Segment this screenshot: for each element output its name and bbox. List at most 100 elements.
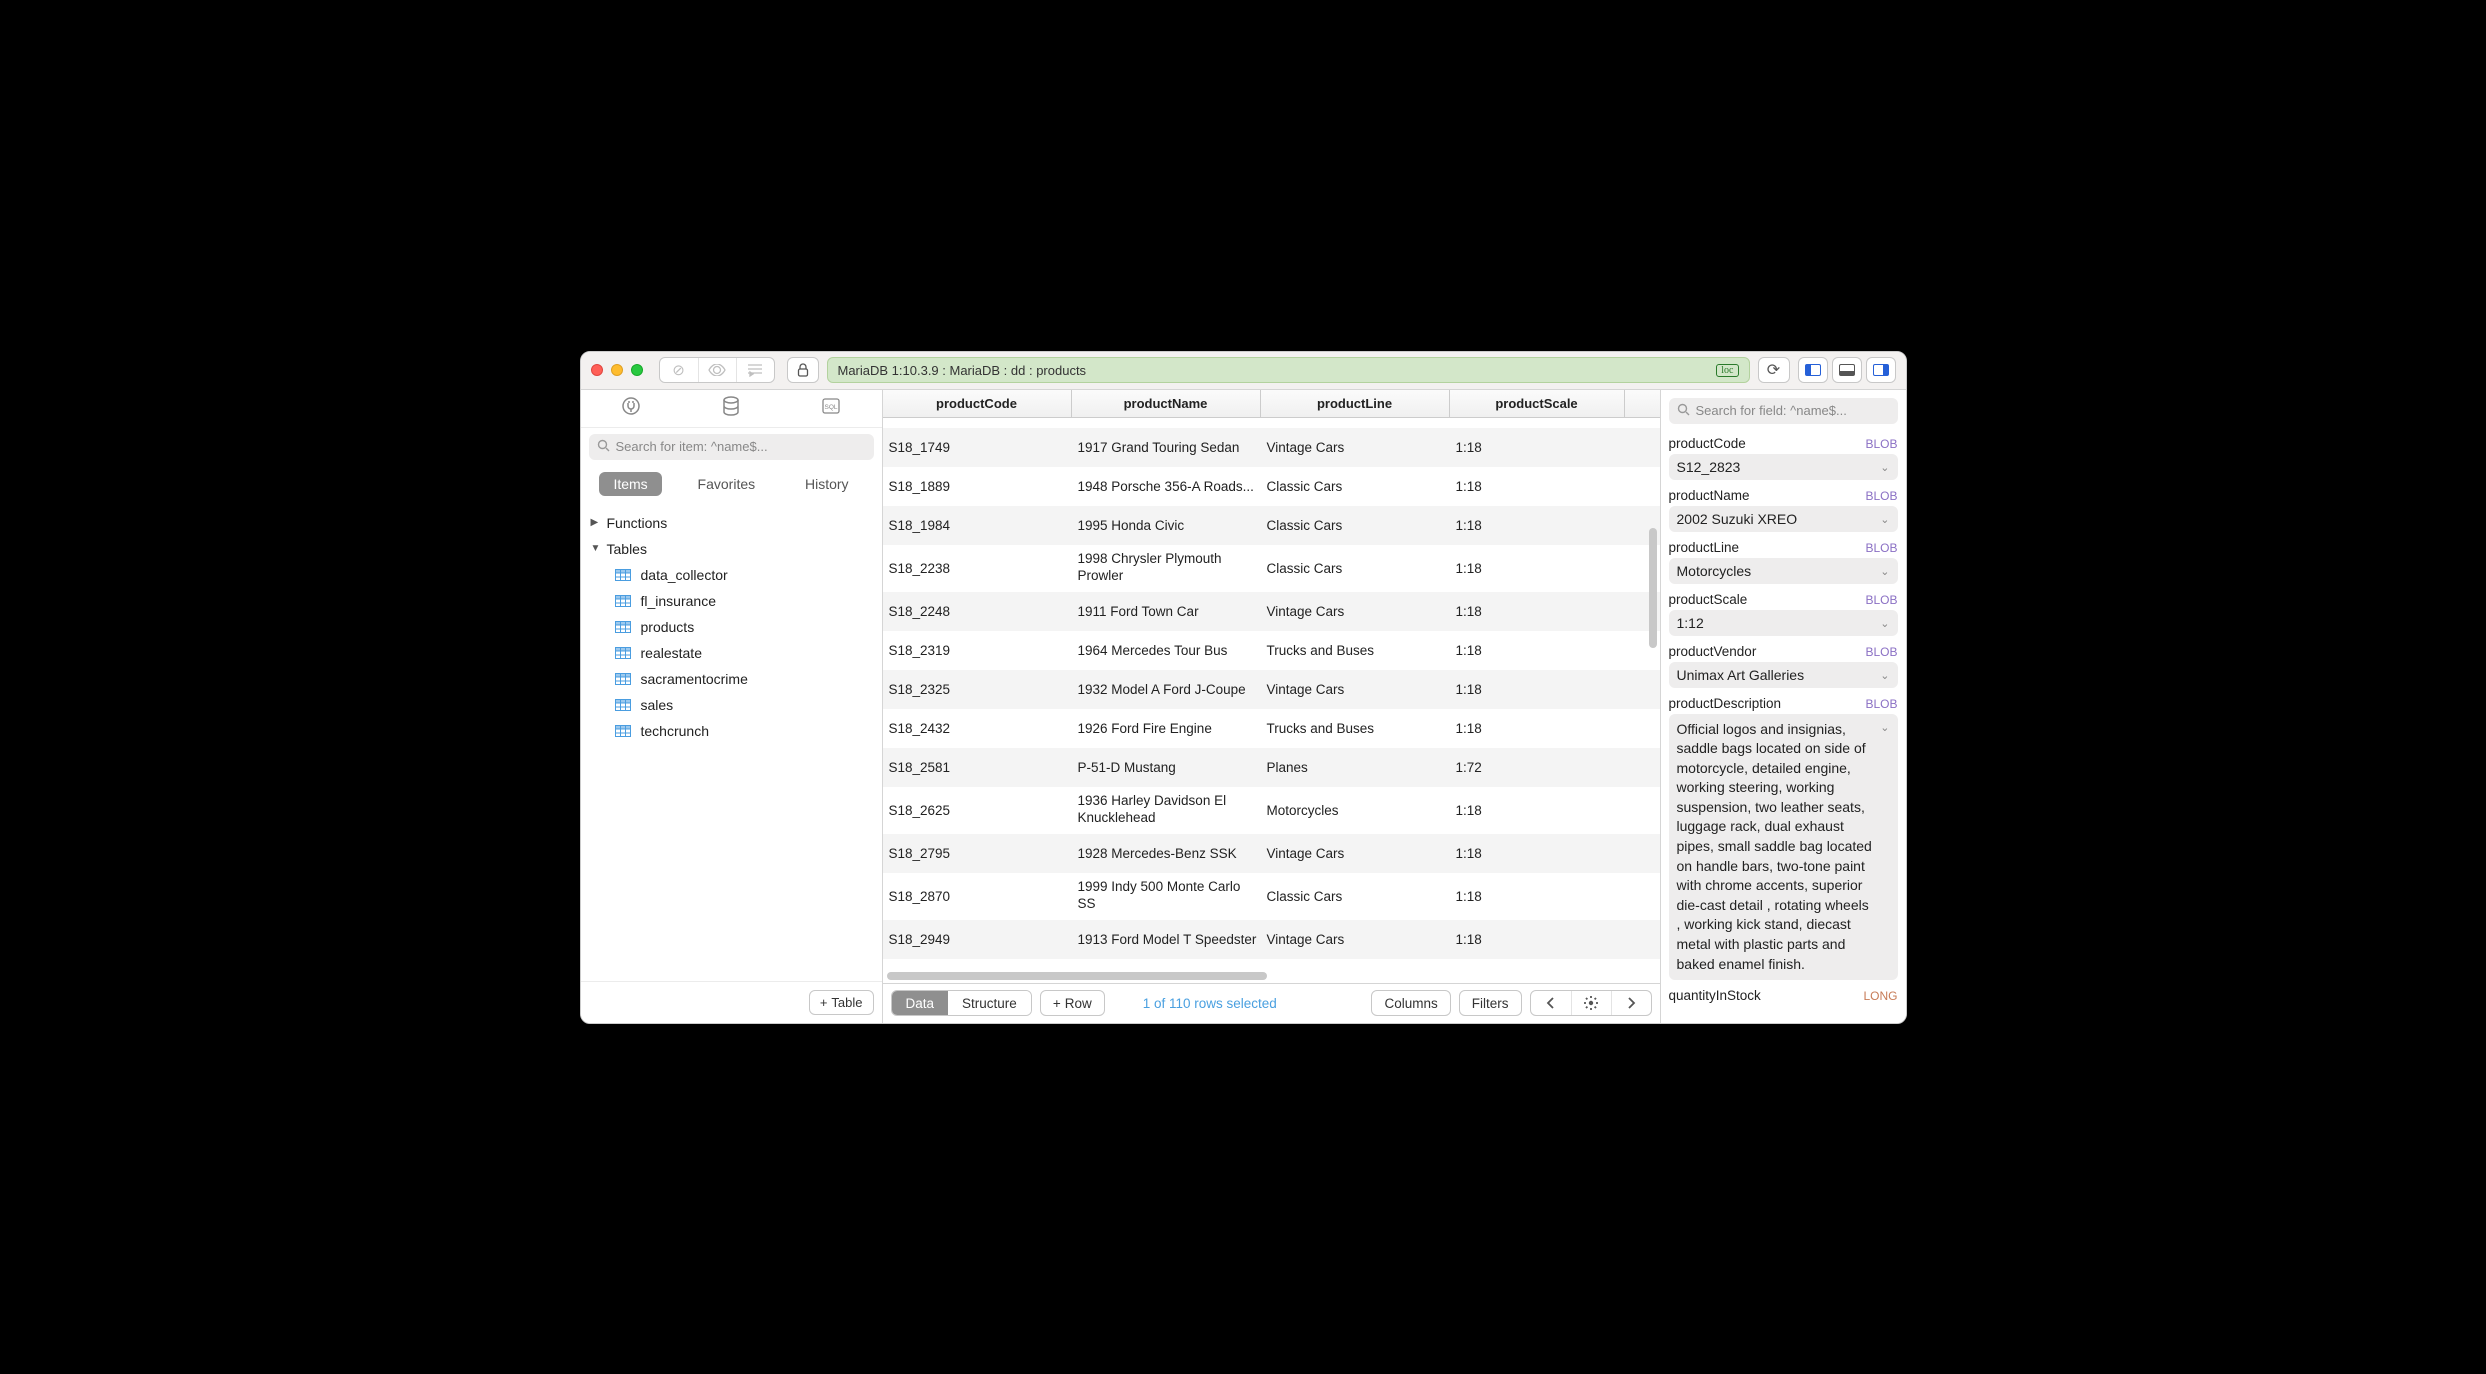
plug-icon[interactable] [621, 396, 641, 421]
sidebar-tab-items[interactable]: Items [599, 472, 661, 496]
field-label: productVendor [1669, 644, 1757, 659]
table-row[interactable]: S18_19841995 Honda CivicClassic Cars1:18 [883, 506, 1660, 545]
cell-productname: 1917 Grand Touring Sedan [1072, 440, 1261, 455]
table-row[interactable]: S18_24321926 Ford Fire EngineTrucks and … [883, 709, 1660, 748]
add-table-button[interactable]: + Table [809, 990, 874, 1015]
column-header-productcode[interactable]: productCode [883, 390, 1072, 417]
indent-icon[interactable] [736, 358, 774, 382]
sidebar-table-item[interactable]: techcrunch [615, 718, 882, 744]
cell-productline: Classic Cars [1261, 518, 1450, 533]
field-type: BLOB [1865, 645, 1897, 659]
table-icon [615, 725, 631, 737]
cell-productname: 1948 Porsche 356-A Roads... [1072, 479, 1261, 494]
section-label: Functions [607, 515, 668, 531]
minimize-window-button[interactable] [611, 364, 623, 376]
cell-productname: 1911 Ford Town Car [1072, 604, 1261, 619]
table-row[interactable]: S18_28701999 Indy 500 Monte Carlo SSClas… [883, 873, 1660, 920]
field-value[interactable]: S12_2823⌄ [1669, 454, 1898, 480]
grid-body[interactable]: S18_17491917 Grand Touring SedanVintage … [883, 418, 1660, 961]
zoom-window-button[interactable] [631, 364, 643, 376]
tree-section-functions[interactable]: ▶ Functions [581, 510, 882, 536]
scrollbar-thumb[interactable] [1649, 528, 1657, 648]
scrollbar-thumb[interactable] [887, 972, 1267, 980]
breadcrumb-text: MariaDB 1:10.3.9 : MariaDB : dd : produc… [838, 363, 1087, 378]
cancel-icon[interactable]: ⊘ [660, 358, 698, 382]
table-row[interactable]: S18_23191964 Mercedes Tour BusTrucks and… [883, 631, 1660, 670]
tab-structure[interactable]: Structure [948, 991, 1031, 1015]
vertical-scrollbar[interactable] [1646, 418, 1660, 969]
sidebar-search-input[interactable]: Search for item: ^name$... [589, 434, 874, 460]
cell-productname: 1936 Harley Davidson El Knucklehead [1072, 793, 1261, 827]
cell-productscale: 1:18 [1450, 846, 1625, 861]
sidebar-table-item[interactable]: sacramentocrime [615, 666, 882, 692]
sql-icon[interactable]: SQL [821, 397, 841, 420]
field-value[interactable]: 2002 Suzuki XREO⌄ [1669, 506, 1898, 532]
field-type: BLOB [1865, 489, 1897, 503]
filters-button[interactable]: Filters [1459, 990, 1522, 1016]
column-header-productline[interactable]: productLine [1261, 390, 1450, 417]
database-icon[interactable] [722, 396, 740, 421]
field-value[interactable]: Unimax Art Galleries⌄ [1669, 662, 1898, 688]
chevron-down-icon: ⌄ [1880, 461, 1889, 474]
cell-productline: Trucks and Buses [1261, 721, 1450, 736]
cell-productcode: S18_2949 [883, 932, 1072, 947]
add-table-label: Table [831, 995, 862, 1010]
sidebar-tab-history[interactable]: History [791, 472, 863, 496]
tree-section-tables[interactable]: ▼ Tables [581, 536, 882, 562]
table-row[interactable] [883, 418, 1660, 428]
cell-productline: Classic Cars [1261, 561, 1450, 576]
table-row[interactable]: S18_17491917 Grand Touring SedanVintage … [883, 428, 1660, 467]
layout-right-panel-button[interactable] [1866, 357, 1896, 383]
table-row[interactable]: S18_2581P-51-D MustangPlanes1:72 [883, 748, 1660, 787]
sidebar-table-item[interactable]: products [615, 614, 882, 640]
columns-button[interactable]: Columns [1371, 990, 1450, 1016]
data-grid: productCode productName productLine prod… [883, 390, 1660, 983]
table-row[interactable]: S18_23251932 Model A Ford J-CoupeVintage… [883, 670, 1660, 709]
sidebar-footer: + Table [581, 981, 882, 1023]
next-button[interactable] [1611, 991, 1651, 1015]
tab-data[interactable]: Data [892, 991, 949, 1015]
table-row[interactable]: S18_22481911 Ford Town CarVintage Cars1:… [883, 592, 1660, 631]
table-row[interactable]: S18_26251936 Harley Davidson El Knuckleh… [883, 787, 1660, 834]
cell-productline: Vintage Cars [1261, 440, 1450, 455]
layout-bottom-panel-button[interactable] [1832, 357, 1862, 383]
cell-productname: 1913 Ford Model T Speedster [1072, 932, 1261, 947]
toolbar-group-1: ⊘ [659, 357, 775, 383]
lock-icon[interactable] [787, 357, 819, 383]
table-name: sacramentocrime [641, 671, 748, 687]
sidebar-table-item[interactable]: data_collector [615, 562, 882, 588]
table-row[interactable]: S18_27951928 Mercedes-Benz SSKVintage Ca… [883, 834, 1660, 873]
table-row[interactable]: S18_22381998 Chrysler Plymouth ProwlerCl… [883, 545, 1660, 592]
add-row-button[interactable]: + Row [1040, 990, 1105, 1016]
field-label: productLine [1669, 540, 1740, 555]
cell-productscale: 1:18 [1450, 440, 1625, 455]
sidebar-table-item[interactable]: realestate [615, 640, 882, 666]
cell-productscale: 1:18 [1450, 889, 1625, 904]
field-value[interactable]: Official logos and insignias, saddle bag… [1669, 714, 1898, 981]
sidebar-table-item[interactable]: sales [615, 692, 882, 718]
gear-button[interactable] [1571, 991, 1611, 1015]
layout-left-panel-button[interactable] [1798, 357, 1828, 383]
field-type: BLOB [1865, 593, 1897, 607]
table-row[interactable]: S18_18891948 Porsche 356-A Roads...Class… [883, 467, 1660, 506]
table-row[interactable]: S18_29491913 Ford Model T SpeedsterVinta… [883, 920, 1660, 959]
inspector-field: productDescriptionBLOBOfficial logos and… [1669, 696, 1898, 981]
field-value[interactable]: 1:12⌄ [1669, 610, 1898, 636]
refresh-button[interactable]: ⟳ [1758, 357, 1790, 383]
column-header-productscale[interactable]: productScale [1450, 390, 1625, 417]
field-value[interactable]: Motorcycles⌄ [1669, 558, 1898, 584]
breadcrumb[interactable]: MariaDB 1:10.3.9 : MariaDB : dd : produc… [827, 357, 1750, 383]
table-row[interactable]: S18_29571934 Ford V8 CoupeVintage Cars1:… [883, 959, 1660, 961]
column-header-productname[interactable]: productName [1072, 390, 1261, 417]
prev-button[interactable] [1531, 991, 1571, 1015]
close-window-button[interactable] [591, 364, 603, 376]
inspector-search-input[interactable]: Search for field: ^name$... [1669, 398, 1898, 424]
cell-productcode: S18_2248 [883, 604, 1072, 619]
horizontal-scrollbar[interactable] [883, 969, 1646, 983]
eye-icon[interactable] [698, 358, 736, 382]
sidebar-table-item[interactable]: fl_insurance [615, 588, 882, 614]
field-label: productScale [1669, 592, 1748, 607]
main: productCode productName productLine prod… [883, 390, 1660, 1023]
sidebar-tab-favorites[interactable]: Favorites [684, 472, 770, 496]
cell-productname: 1964 Mercedes Tour Bus [1072, 643, 1261, 658]
